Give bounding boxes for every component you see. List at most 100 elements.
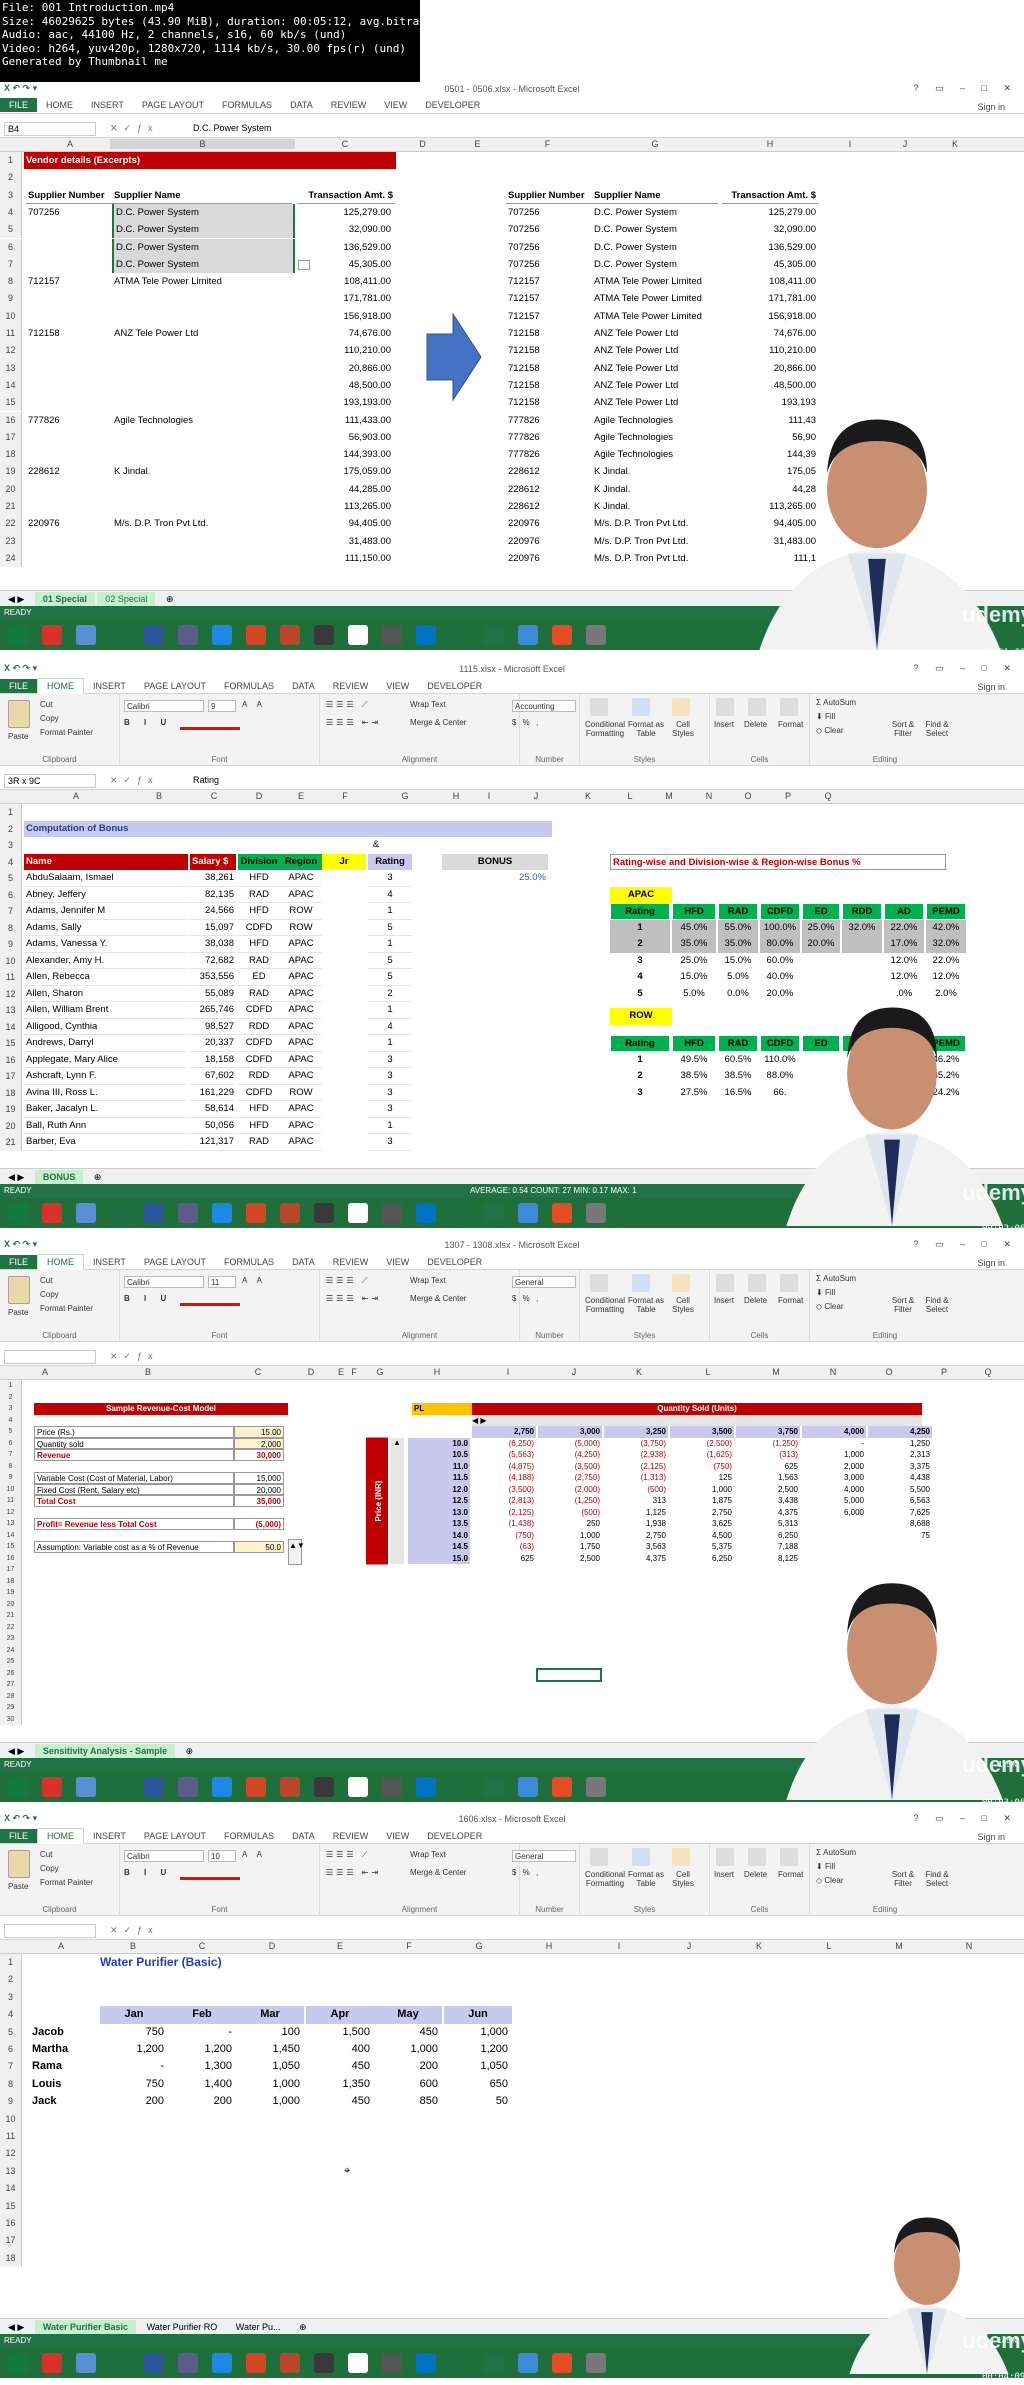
row-header[interactable]: 24 [0,549,22,568]
row-header[interactable]: 11 [0,2128,22,2146]
amount-cell[interactable]: 56,903.00 [297,429,393,446]
employee-cell[interactable]: 4 [368,1019,412,1035]
row-header[interactable]: 19 [0,463,22,481]
supplier-name-cell[interactable]: M/s. D.P. Tron Pvt Ltd. [112,515,295,532]
col-header[interactable]: G [368,791,442,801]
row-header[interactable]: 1 [0,804,22,821]
col-header[interactable]: E [334,1367,348,1377]
row-header[interactable]: 23 [0,1633,22,1645]
tab-developer[interactable]: DEVELOPER [418,679,491,693]
col-header[interactable]: D [288,1367,334,1377]
matrix-cell[interactable]: 32.0% [926,936,966,953]
supplier-number-cell[interactable] [26,394,106,411]
number-format-buttons[interactable]: $ % , [512,718,540,727]
cell-styles-button[interactable]: Cell Styles [668,720,698,738]
employee-cell[interactable]: 5 [368,920,412,936]
employee-cell[interactable]: Applegate, Mary Alice [24,1052,188,1068]
col-header[interactable]: G [590,139,720,149]
sensitivity-cell[interactable]: 313 [604,1495,668,1507]
autosum-button[interactable]: Σ AutoSum [816,698,856,707]
matrix-cell[interactable]: 1 [610,919,670,936]
cell-styles-icon[interactable] [672,698,690,716]
font-size-select[interactable]: 10 [208,1850,236,1862]
employee-cell[interactable]: APAC [280,1019,322,1035]
cut-button[interactable]: Cut [40,700,52,709]
col-header[interactable]: I [470,791,508,801]
matrix-cell[interactable]: 12.0% [884,953,924,970]
employee-cell[interactable]: 1 [368,1118,412,1134]
horizontal-scrollbar[interactable]: ◀ ▶ [472,1414,922,1426]
matrix-cell[interactable]: 38.5% [672,1068,716,1085]
row-header[interactable]: 8 [0,919,22,936]
bold-italic-underline-buttons[interactable]: B I U [124,1868,172,1877]
employee-cell[interactable]: HFD [238,1101,280,1118]
amount-cell[interactable]: 113,265.00 [297,498,393,515]
paste-button[interactable]: Paste [8,1882,28,1891]
col-header[interactable]: C [190,791,238,801]
employee-cell[interactable]: APAC [280,969,322,986]
row-header[interactable]: 9 [0,2093,22,2111]
tab-data[interactable]: DATA [283,1829,324,1843]
taskbar-app-icon[interactable] [484,2353,504,2373]
name-box[interactable] [4,1924,96,1938]
number-format-select[interactable]: General [512,1850,576,1862]
taskbar-app-icon[interactable] [348,1203,368,1223]
matrix-cell[interactable]: 20.0% [802,936,840,953]
col-header[interactable]: L [794,1941,864,1951]
row-header[interactable]: 16 [0,1051,22,1068]
matrix-cell[interactable]: 42.0% [926,919,966,936]
amount-cell[interactable]: 44,285.00 [297,481,393,498]
col-header[interactable]: G [444,1941,514,1951]
row-header[interactable]: 21 [0,1134,22,1151]
taskbar-app-icon[interactable] [178,2353,198,2373]
taskbar-app-icon[interactable] [110,1203,130,1223]
taskbar-app-icon[interactable] [42,625,62,645]
tab-developer[interactable]: DEVELOPER [416,98,489,112]
taskbar-app-icon[interactable] [8,625,28,645]
supplier-number-cell[interactable] [26,481,106,498]
paste-icon[interactable] [8,700,30,728]
taskbar-app-icon[interactable] [280,1203,300,1223]
amount-cell[interactable]: 94,405.00 [297,515,393,532]
tab-data[interactable]: DATA [281,98,322,112]
tab-data[interactable]: DATA [283,679,324,693]
sensitivity-cell[interactable]: 3,625 [670,1518,734,1530]
sales-cell[interactable]: 750 [100,2024,166,2041]
taskbar-app-icon[interactable] [144,1777,164,1797]
employee-cell[interactable]: 3 [368,1134,412,1151]
bonus-percent-cell[interactable]: 25.0% [442,870,548,887]
row-header[interactable]: 17 [0,1068,22,1085]
col-header[interactable]: N [690,791,728,801]
tab-home[interactable]: HOME [37,1828,85,1844]
employee-cell[interactable]: APAC [280,1118,322,1134]
font-size-buttons[interactable]: A A [242,1850,266,1859]
row-header[interactable]: 20 [0,480,22,498]
tab-view[interactable]: VIEW [377,1255,418,1269]
sales-cell[interactable]: 200 [374,2058,440,2075]
fill-button[interactable]: ⬇ Fill [816,1862,835,1871]
amount-cell[interactable]: 32,090.00 [722,221,818,238]
col-header[interactable]: A [22,1367,68,1377]
supplier-number-cell[interactable]: 777826 [506,429,590,446]
taskbar-app-icon[interactable] [586,1203,606,1223]
employee-cell[interactable]: APAC [280,1035,322,1052]
tab-file[interactable]: FILE [0,1829,38,1843]
sensitivity-cell[interactable]: 5,375 [670,1541,734,1553]
employee-cell[interactable]: HFD [238,936,280,953]
row-header[interactable]: 4 [0,853,22,870]
employee-cell[interactable]: 3 [368,1068,412,1085]
tab-developer[interactable]: DEVELOPER [418,1255,491,1269]
supplier-name-cell[interactable]: Agile Technologies [112,412,295,429]
col-header[interactable]: I [584,1941,654,1951]
tab-review[interactable]: REVIEW [322,98,376,112]
tab-file[interactable]: FILE [0,679,38,693]
row-header[interactable]: 8 [0,2075,22,2094]
sales-cell[interactable]: 1,000 [236,2093,302,2110]
taskbar-app-icon[interactable] [586,1777,606,1797]
sort-filter-button[interactable]: Sort & Filter [886,1870,920,1888]
taskbar-app-icon[interactable] [42,1203,62,1223]
matrix-cell[interactable]: 35.0% [718,936,758,953]
amount-cell[interactable]: 108,411.00 [297,273,393,290]
fill-button[interactable]: ⬇ Fill [816,1288,835,1297]
col-header[interactable]: B [110,139,295,149]
